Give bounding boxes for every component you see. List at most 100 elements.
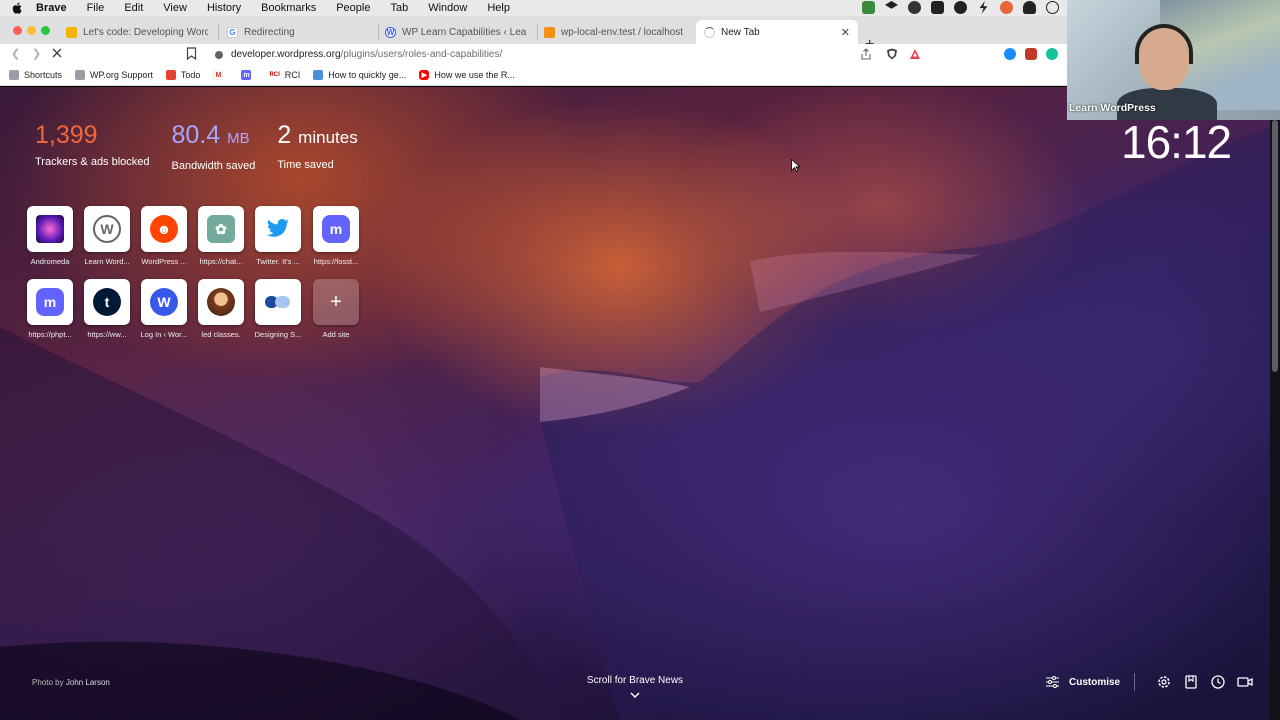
onepassword-icon[interactable] <box>954 1 967 14</box>
dropbox-icon[interactable] <box>885 1 898 9</box>
brave-stats: 1,399 Trackers & ads blocked 80.4 MB Ban… <box>35 120 380 172</box>
top-site-tumblr[interactable]: t https://ww... <box>77 279 137 339</box>
top-site-fosstodon[interactable]: m https://fosst... <box>306 206 366 266</box>
photo-credit-author[interactable]: John Larson <box>66 678 110 687</box>
tray-avatar-icon[interactable] <box>1000 1 1013 14</box>
tray-app-icon[interactable] <box>862 1 875 14</box>
site-tile[interactable]: m <box>313 206 359 252</box>
bandwidth-label: Bandwidth saved <box>171 160 256 172</box>
site-tile[interactable]: t <box>84 279 130 325</box>
menu-view[interactable]: View <box>163 2 187 14</box>
tab-phpmyadmin[interactable]: wp-local-env.test / localhost / learn <box>536 20 694 44</box>
tab-wp-learn-capabilities[interactable]: W WP Learn Capabilities ‹ LearnPress <box>377 20 535 44</box>
vertical-scrollbar[interactable] <box>1272 120 1278 372</box>
tab-lets-code[interactable]: Let's code: Developing WordPress <box>58 20 216 44</box>
close-window-icon[interactable] <box>13 26 22 35</box>
site-tile[interactable] <box>255 279 301 325</box>
minimize-window-icon[interactable] <box>27 26 36 35</box>
top-site-twitter[interactable]: Twitter. It's ... <box>248 206 308 266</box>
forward-button[interactable]: ❯ <box>32 47 41 60</box>
history-icon[interactable] <box>1210 674 1226 690</box>
menu-app-name[interactable]: Brave <box>36 2 67 14</box>
apple-icon[interactable] <box>12 2 22 14</box>
address-bar[interactable]: developer.wordpress.org/plugins/users/ro… <box>207 45 927 64</box>
onepassword-extension-icon[interactable] <box>1004 48 1016 60</box>
site-tile[interactable] <box>27 206 73 252</box>
top-site-learn-wordpress[interactable]: W Learn Word... <box>77 206 137 266</box>
bookmark-how-to-quickly[interactable]: How to quickly ge... <box>313 70 406 80</box>
menu-help[interactable]: Help <box>487 2 510 14</box>
top-site-chatgpt[interactable]: ✿ https://chat... <box>191 206 251 266</box>
tab-title: Redirecting <box>244 26 295 38</box>
menu-history[interactable]: History <box>207 2 241 14</box>
site-tile[interactable]: W <box>84 206 130 252</box>
bookmark-rci[interactable]: RCI RCI <box>269 70 300 80</box>
menu-file[interactable]: File <box>87 2 105 14</box>
zoom-window-icon[interactable] <box>41 26 50 35</box>
site-name: Andromeda <box>30 257 70 266</box>
site-info-icon[interactable] <box>215 50 223 59</box>
brave-rewards-icon[interactable] <box>909 48 921 60</box>
bandwidth-value: 80.4 <box>171 121 221 149</box>
top-site-led-classes[interactable]: led classes. <box>191 279 251 339</box>
hat-icon[interactable] <box>1023 1 1036 14</box>
menu-window[interactable]: Window <box>428 2 467 14</box>
bookmark-label: RCI <box>284 70 301 80</box>
customise-label: Customise <box>1069 676 1121 688</box>
menu-people[interactable]: People <box>336 2 370 14</box>
scroll-for-brave-news[interactable]: Scroll for Brave News <box>560 675 710 698</box>
site-name: WordPress ... <box>141 257 187 266</box>
site-tile[interactable]: m <box>27 279 73 325</box>
stop-loading-icon[interactable] <box>51 47 63 59</box>
video-call-icon[interactable] <box>1237 674 1253 690</box>
new-tab-page: 1,399 Trackers & ads blocked 80.4 MB Ban… <box>0 87 1270 720</box>
compass-icon[interactable] <box>1046 1 1059 14</box>
brave-shields-icon[interactable] <box>886 48 898 60</box>
bookmark-wp-support[interactable]: WP.org Support <box>75 70 153 80</box>
bandwidth-unit: MB <box>227 130 250 147</box>
share-icon[interactable] <box>860 48 872 60</box>
tab-redirecting[interactable]: G Redirecting <box>219 20 377 44</box>
settings-gear-icon[interactable] <box>1156 674 1172 690</box>
site-tile[interactable]: W <box>141 279 187 325</box>
bookmark-gmail[interactable]: M <box>213 70 228 80</box>
site-tile[interactable]: ☻ <box>141 206 187 252</box>
add-site-button[interactable]: + Add site <box>306 279 366 339</box>
site-tile[interactable]: ✿ <box>198 206 244 252</box>
tab-new-tab[interactable]: New Tab ✕ <box>696 20 858 44</box>
bookmarks-icon[interactable] <box>1183 674 1199 690</box>
customise-button[interactable]: Customise <box>1046 676 1120 688</box>
bookmark-mastodon[interactable]: m <box>241 70 256 80</box>
cloud-icon[interactable] <box>908 1 921 14</box>
menu-bookmarks[interactable]: Bookmarks <box>261 2 316 14</box>
lightning-icon[interactable] <box>979 1 988 14</box>
back-button[interactable]: ❮ <box>11 47 20 60</box>
menu-edit[interactable]: Edit <box>124 2 143 14</box>
site-name: https://ww... <box>87 330 127 339</box>
top-site-wp-login[interactable]: W Log In ‹ Wor... <box>134 279 194 339</box>
extension-icon[interactable] <box>1025 48 1037 60</box>
scroll-news-label: Scroll for Brave News <box>586 675 684 686</box>
site-tile[interactable] <box>255 206 301 252</box>
site-tile[interactable] <box>198 279 244 325</box>
ntp-bottom-controls: Customise <box>1046 673 1253 691</box>
top-site-wordpress-reddit[interactable]: ☻ WordPress ... <box>134 206 194 266</box>
site-name: Add site <box>322 330 350 339</box>
plus-icon[interactable]: + <box>313 279 359 325</box>
window-icon[interactable] <box>931 1 944 14</box>
bookmark-page-icon[interactable] <box>186 47 197 60</box>
top-site-phpc[interactable]: m https://phpt... <box>20 279 80 339</box>
bookmark-how-we-use[interactable]: ▶ How we use the R... <box>419 70 515 80</box>
top-site-designing[interactable]: Designing S... <box>248 279 308 339</box>
close-tab-icon[interactable]: ✕ <box>841 26 850 39</box>
bookmark-shortcuts[interactable]: Shortcuts <box>9 70 62 80</box>
top-site-andromeda[interactable]: Andromeda <box>20 206 80 266</box>
reddit-icon: ☻ <box>150 215 178 243</box>
youtube-icon: ▶ <box>419 70 430 80</box>
menu-tab[interactable]: Tab <box>390 2 408 14</box>
avatar-icon <box>207 288 235 316</box>
trackers-label: Trackers & ads blocked <box>35 156 150 168</box>
bookmark-todo[interactable]: Todo <box>165 70 200 80</box>
trackers-count: 1,399 <box>35 121 98 149</box>
grammarly-icon[interactable] <box>1046 48 1058 60</box>
